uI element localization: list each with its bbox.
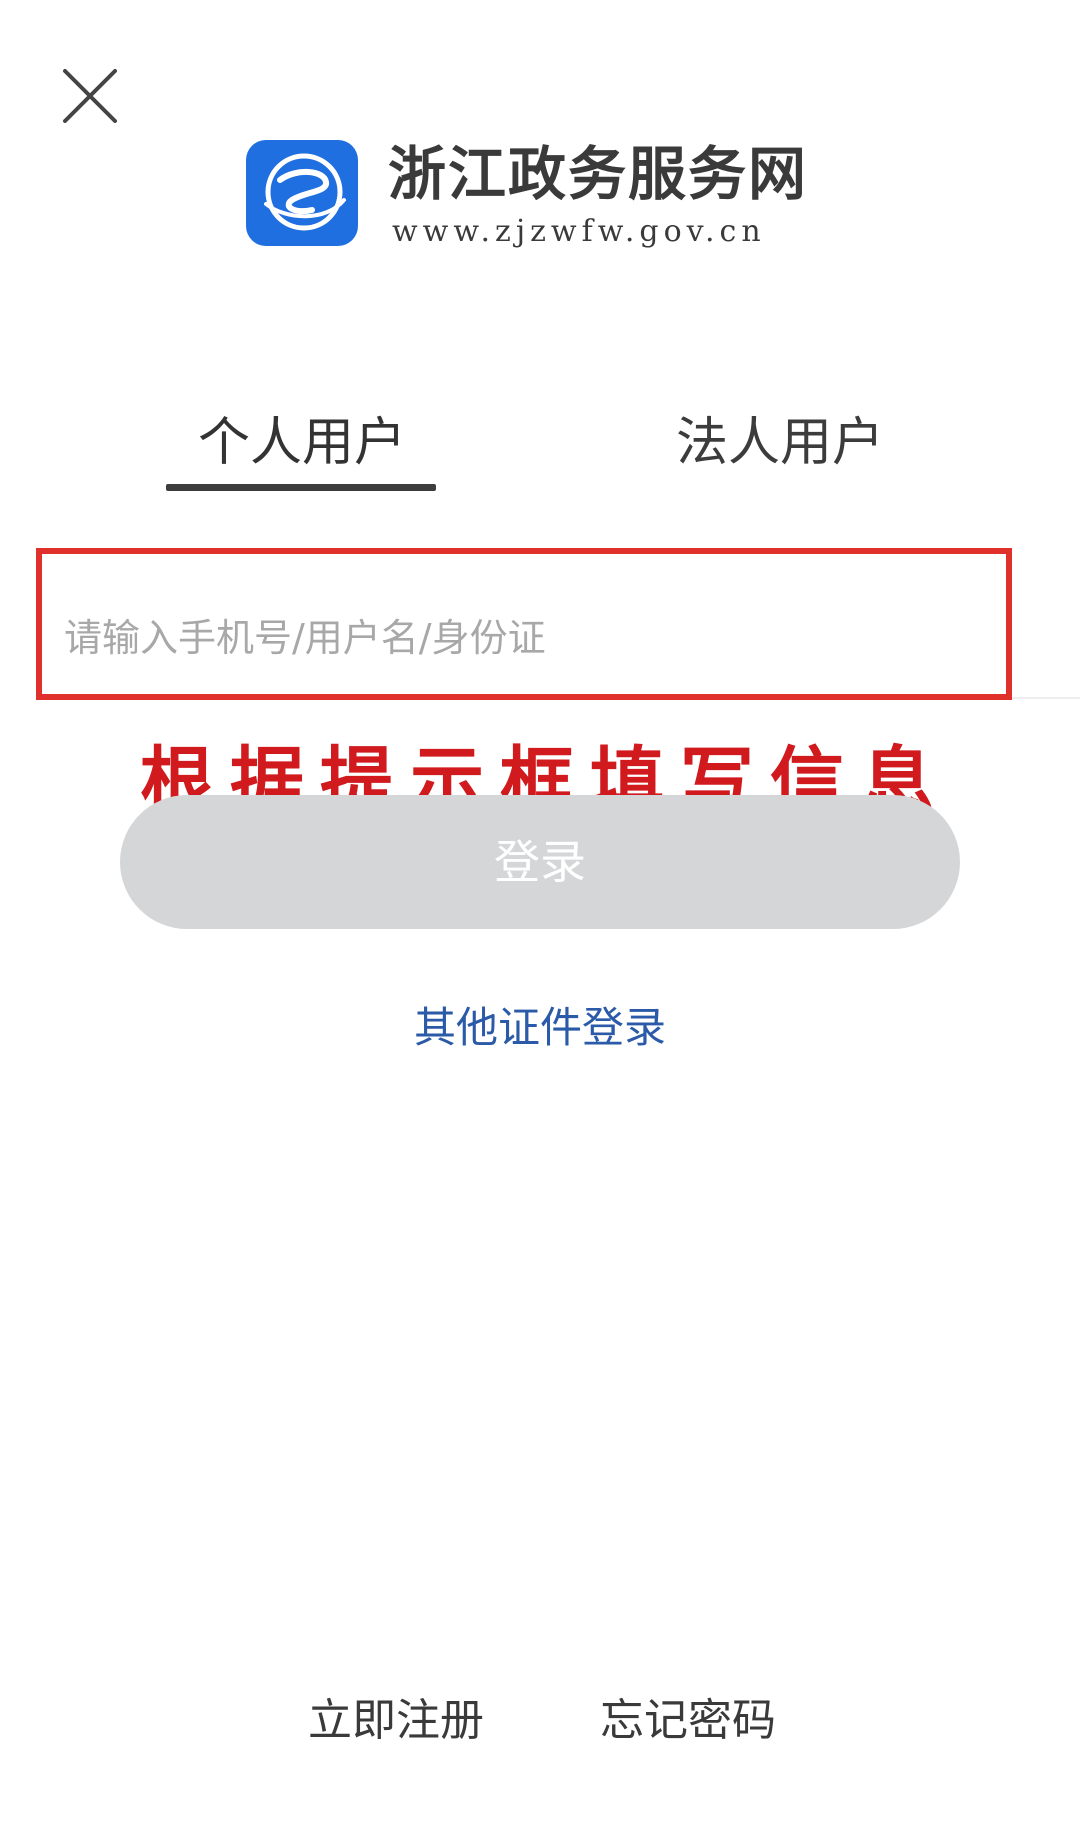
close-icon [63, 69, 117, 123]
tab-legal-user[interactable]: 法人用户 [676, 400, 884, 475]
user-type-tabs: 个人用户 法人用户 [0, 390, 1080, 500]
active-tab-indicator [166, 484, 436, 491]
register-link[interactable]: 立即注册 [308, 1684, 484, 1748]
account-input[interactable] [64, 606, 964, 670]
close-button[interactable] [60, 66, 120, 126]
site-title: 浙江政务服务网 [388, 140, 809, 208]
site-header: 浙江政务服务网 www.zjzwfw.gov.cn [246, 140, 846, 250]
forgot-password-link[interactable]: 忘记密码 [600, 1684, 776, 1748]
tab-personal-user[interactable]: 个人用户 [198, 400, 406, 475]
site-url: www.zjzwfw.gov.cn [392, 214, 766, 249]
zhejiang-gov-logo-icon [246, 140, 358, 246]
input-divider [1012, 697, 1080, 699]
input-highlight-box [36, 548, 1012, 700]
login-button[interactable]: 登录 [120, 795, 960, 929]
other-certificate-login-link[interactable]: 其他证件登录 [0, 994, 1080, 1055]
